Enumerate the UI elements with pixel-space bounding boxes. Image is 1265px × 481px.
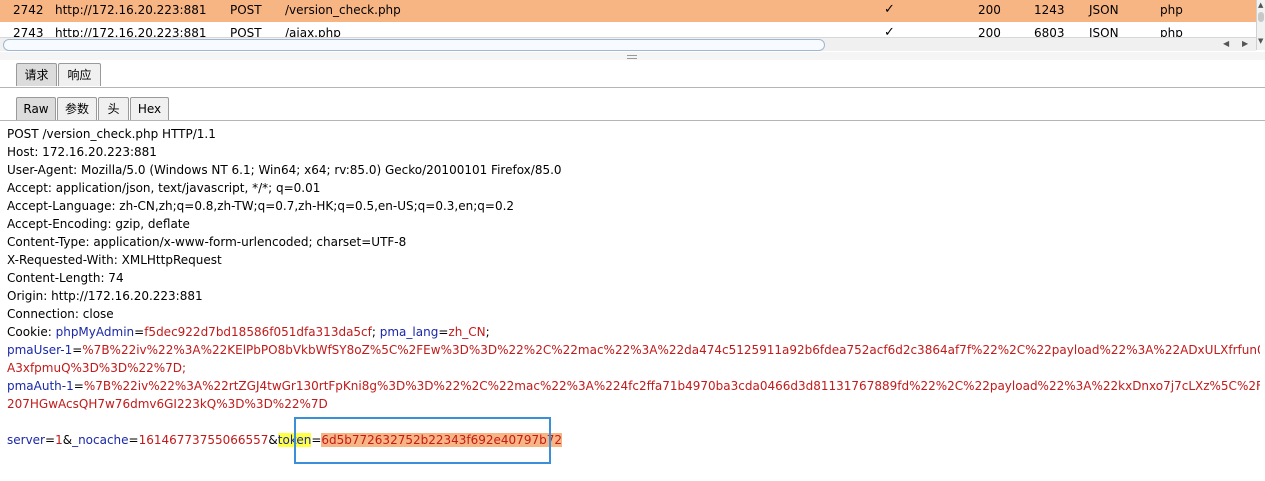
splitter-grip-icon[interactable] — [627, 55, 637, 59]
cookie-name: pma_lang — [379, 325, 439, 339]
tab-headers[interactable]: 头 — [98, 97, 129, 120]
header-cookie: Cookie: phpMyAdmin=f5dec922d7bd18586f051… — [7, 325, 490, 339]
view-mode-tabs: Raw 参数 头 Hex — [0, 95, 1265, 121]
cookie-value: %7B%22iv%22%3A%22rtZGJ4twGr130rtFpKni8g%… — [83, 379, 1260, 393]
tab-divider — [0, 87, 1265, 88]
cookie-name: pmaUser-1 — [7, 343, 73, 357]
row-number: 2742 — [13, 3, 44, 17]
header-accept-encoding: Accept-Encoding: gzip, deflate — [7, 217, 190, 231]
cookie-value: A3xfpmuQ%3D%3D%22%7D; — [7, 361, 187, 375]
tab-hex[interactable]: Hex — [130, 97, 169, 120]
body-param-value: 16146773755066557 — [138, 433, 269, 447]
cookie-label: Cookie: — [7, 325, 56, 339]
header-origin: Origin: http://172.16.20.223:881 — [7, 289, 203, 303]
row-url: /version_check.php — [285, 3, 401, 17]
cookie-value: %7B%22iv%22%3A%22KElPbPO8bVkbWfSY8oZ%5C%… — [82, 343, 1260, 357]
check-icon: ✓ — [884, 2, 895, 17]
cookie-pmauser-line: pmaUser-1=%7B%22iv%22%3A%22KElPbPO8bVkbW… — [7, 343, 1260, 357]
body-param-value: 1 — [55, 433, 63, 447]
request-response-tabs: 请求 响应 — [0, 61, 1265, 88]
history-row[interactable]: 2742 http://172.16.20.223:881 POST /vers… — [0, 0, 1256, 22]
vertical-scrollbar[interactable]: ▲ ▼ — [1256, 0, 1265, 50]
cookie-name: phpMyAdmin — [55, 325, 135, 339]
history-row[interactable]: 2743 http://172.16.20.223:881 POST /ajax… — [0, 22, 1256, 38]
header-content-type: Content-Type: application/x-www-form-url… — [7, 235, 407, 249]
tab-request[interactable]: 请求 — [16, 63, 57, 86]
header-accept-language: Accept-Language: zh-CN,zh;q=0.8,zh-TW;q=… — [7, 199, 515, 213]
row-method: POST — [230, 3, 262, 17]
cookie-pmauser-line-cont: A3xfpmuQ%3D%3D%22%7D; — [7, 361, 186, 375]
cookie-value: zh_CN — [448, 325, 486, 339]
history-table: 2742 http://172.16.20.223:881 POST /vers… — [0, 0, 1265, 53]
cookie-value: f5dec922d7bd18586f051dfa313da5cf — [144, 325, 372, 339]
header-connection: Connection: close — [7, 307, 114, 321]
scroll-down-icon[interactable]: ▼ — [1258, 37, 1263, 45]
scroll-right-icon[interactable]: ▶ — [1242, 39, 1248, 48]
cookie-pmaauth-line: pmaAuth-1=%7B%22iv%22%3A%22rtZGJ4twGr130… — [7, 379, 1260, 393]
pane-splitter[interactable] — [0, 52, 1265, 60]
cookie-pmaauth-line-cont: 207HGwAcsQH7w76dmv6GI223kQ%3D%3D%22%7D — [7, 397, 328, 411]
cookie-separator: ; — [485, 325, 490, 339]
row-length: 1243 — [1034, 3, 1065, 17]
tab-params[interactable]: 参数 — [57, 97, 97, 120]
header-x-requested-with: X-Requested-With: XMLHttpRequest — [7, 253, 222, 267]
request-editor[interactable]: POST /version_check.php HTTP/1.1 Host: 1… — [4, 122, 1260, 481]
scrollbar-thumb[interactable] — [3, 39, 825, 51]
tab-divider — [0, 120, 1265, 121]
scroll-left-icon[interactable]: ◀ — [1223, 39, 1229, 48]
body-param-name: server — [7, 433, 45, 447]
cookie-name: pmaAuth-1 — [7, 379, 74, 393]
tab-raw[interactable]: Raw — [16, 97, 56, 120]
scroll-up-icon[interactable]: ▲ — [1258, 1, 1263, 9]
tab-response[interactable]: 响应 — [58, 63, 101, 86]
header-host: Host: 172.16.20.223:881 — [7, 145, 157, 159]
body-param-name: _nocache — [72, 433, 129, 447]
annotation-box — [294, 417, 551, 464]
row-mime: JSON — [1089, 3, 1119, 17]
horizontal-scrollbar[interactable]: ◀ ▶ — [0, 37, 1256, 51]
header-content-length: Content-Length: 74 — [7, 271, 124, 285]
scrollbar-thumb[interactable] — [1258, 12, 1264, 22]
row-status: 200 — [978, 3, 1001, 17]
header-accept: Accept: application/json, text/javascrip… — [7, 181, 321, 195]
row-extension: php — [1160, 3, 1183, 17]
header-user-agent: User-Agent: Mozilla/5.0 (Windows NT 6.1;… — [7, 163, 562, 177]
cookie-separator: ; — [371, 325, 380, 339]
row-host: http://172.16.20.223:881 — [55, 3, 207, 17]
cookie-value: 207HGwAcsQH7w76dmv6GI223kQ%3D%3D%22%7D — [7, 397, 328, 411]
request-line: POST /version_check.php HTTP/1.1 — [7, 127, 216, 141]
